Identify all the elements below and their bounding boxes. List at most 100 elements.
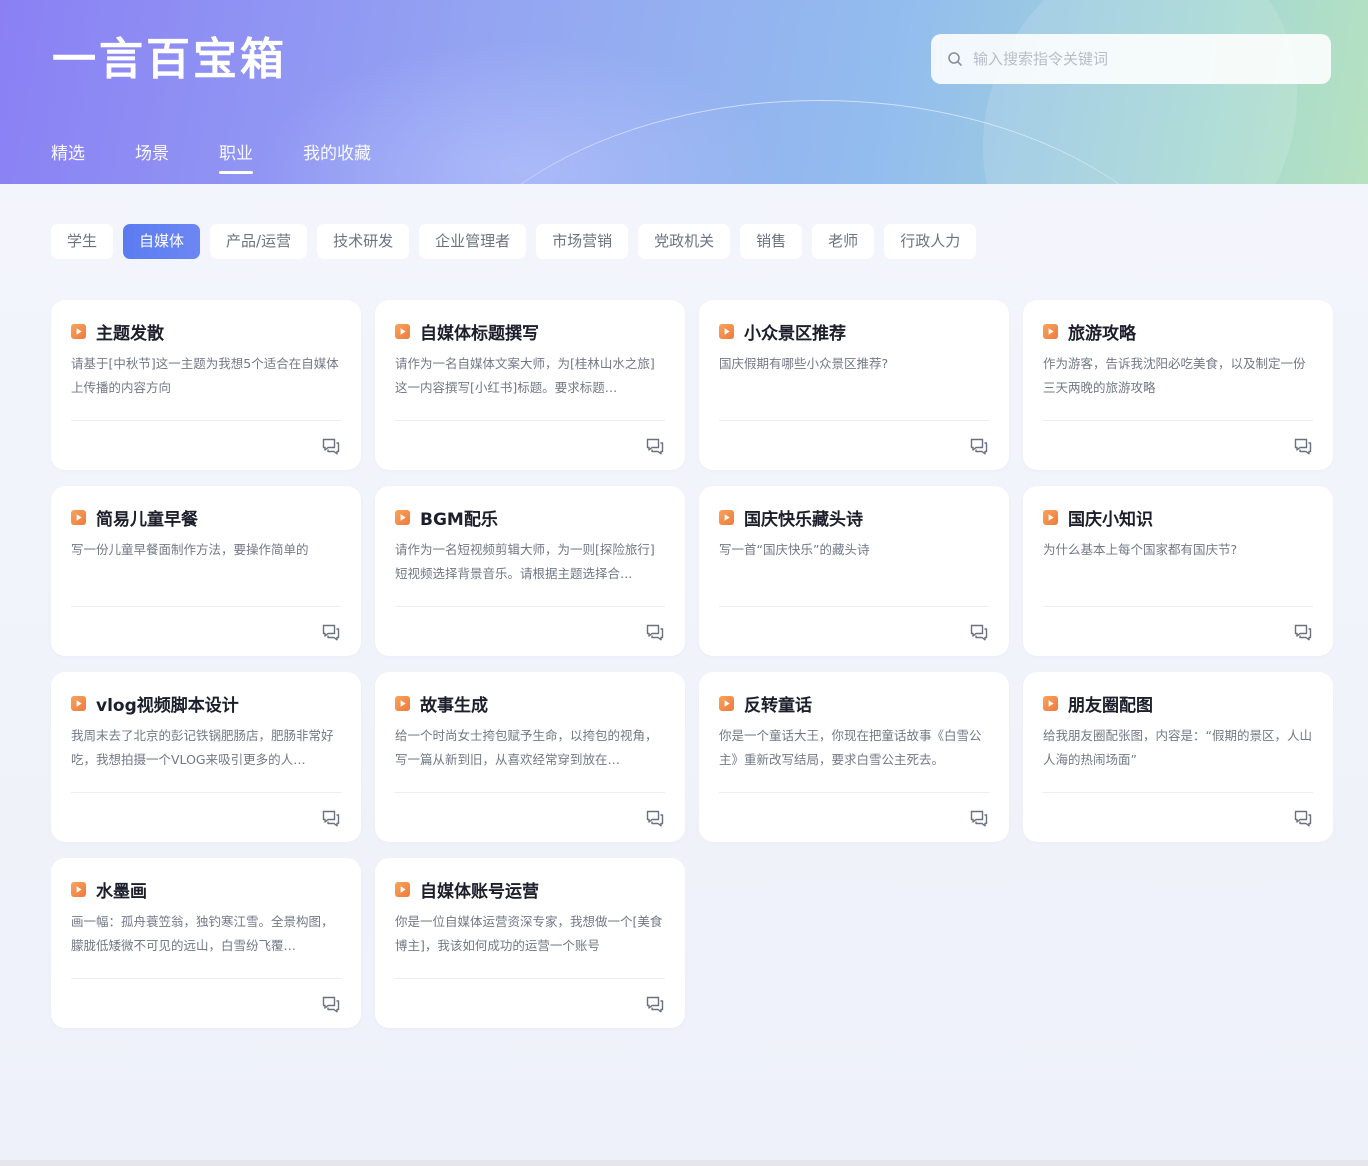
card-title: 反转童话 xyxy=(744,695,812,716)
card-title: 小众景区推荐 xyxy=(744,323,846,344)
play-icon xyxy=(71,881,86,897)
chip-marketing[interactable]: 市场营销 xyxy=(536,224,629,259)
card-description: 给我朋友圈配张图，内容是：“假期的景区，人山人海的热闹场面” xyxy=(1043,728,1312,767)
prompt-card[interactable]: 国庆快乐藏头诗 写一首“国庆快乐”的藏头诗 xyxy=(699,486,1009,656)
chat-icon[interactable] xyxy=(645,436,665,456)
prompt-card[interactable]: 旅游攻略 作为游客，告诉我沈阳必吃美食，以及制定一份三天两晚的旅游攻略 xyxy=(1023,300,1333,470)
search-icon xyxy=(947,51,963,67)
chat-icon[interactable] xyxy=(969,808,989,828)
chip-sales[interactable]: 销售 xyxy=(740,224,803,259)
card-divider xyxy=(719,420,989,421)
card-title: 故事生成 xyxy=(420,695,488,716)
play-icon xyxy=(1043,323,1058,339)
card-divider xyxy=(719,606,989,607)
chat-icon[interactable] xyxy=(1293,808,1313,828)
bottom-edge xyxy=(0,1160,1368,1166)
tab-featured[interactable]: 精选 xyxy=(51,140,85,176)
card-description: 请作为一名自媒体文案大师，为[桂林山水之旅]这一内容撰写[小红书]标题。要求标题… xyxy=(395,356,655,395)
play-icon xyxy=(71,509,86,525)
card-divider xyxy=(1043,792,1313,793)
chat-icon[interactable] xyxy=(969,436,989,456)
card-title: 国庆快乐藏头诗 xyxy=(744,509,863,530)
tab-favorites[interactable]: 我的收藏 xyxy=(303,140,371,176)
chip-tech-rd[interactable]: 技术研发 xyxy=(317,224,410,259)
search-input[interactable] xyxy=(973,50,1331,68)
play-icon xyxy=(719,323,734,339)
play-icon xyxy=(395,509,410,525)
card-divider xyxy=(71,606,341,607)
play-icon xyxy=(395,695,410,711)
chip-teacher[interactable]: 老师 xyxy=(812,224,875,259)
prompt-card[interactable]: 国庆小知识 为什么基本上每个国家都有国庆节? xyxy=(1023,486,1333,656)
prompt-card[interactable]: 朋友圈配图 给我朋友圈配张图，内容是：“假期的景区，人山人海的热闹场面” xyxy=(1023,672,1333,842)
prompt-card-grid: 主题发散 请基于[中秋节]这一主题为我想5个适合在自媒体上传播的内容方向 自媒体… xyxy=(51,300,1333,1028)
prompt-card[interactable]: 故事生成 给一个时尚女士挎包赋予生命，以挎包的视角，写一篇从新到旧，从喜欢经常穿… xyxy=(375,672,685,842)
play-icon xyxy=(395,881,410,897)
card-title: 自媒体账号运营 xyxy=(420,881,539,902)
play-icon xyxy=(71,323,86,339)
card-divider xyxy=(719,792,989,793)
tab-profession[interactable]: 职业 xyxy=(219,140,253,176)
card-divider xyxy=(395,792,665,793)
chat-icon[interactable] xyxy=(321,994,341,1014)
chip-product-ops[interactable]: 产品/运营 xyxy=(210,224,308,259)
card-title: 旅游攻略 xyxy=(1068,323,1136,344)
card-divider xyxy=(71,420,341,421)
prompt-card[interactable]: BGM配乐 请作为一名短视频剪辑大师，为一则[探险旅行]短视频选择背景音乐。请根… xyxy=(375,486,685,656)
card-description: 请基于[中秋节]这一主题为我想5个适合在自媒体上传播的内容方向 xyxy=(71,356,339,395)
chat-icon[interactable] xyxy=(1293,622,1313,642)
card-description: 我周末去了北京的彭记铁锅肥肠店，肥肠非常好吃，我想拍摄一个VLOG来吸引更多的人… xyxy=(71,728,334,767)
chat-icon[interactable] xyxy=(645,622,665,642)
card-title: 朋友圈配图 xyxy=(1068,695,1153,716)
card-divider xyxy=(71,792,341,793)
chip-government[interactable]: 党政机关 xyxy=(638,224,731,259)
card-divider xyxy=(1043,420,1313,421)
prompt-card[interactable]: 小众景区推荐 国庆假期有哪些小众景区推荐? xyxy=(699,300,1009,470)
prompt-card[interactable]: 自媒体标题撰写 请作为一名自媒体文案大师，为[桂林山水之旅]这一内容撰写[小红书… xyxy=(375,300,685,470)
chip-self-media[interactable]: 自媒体 xyxy=(123,224,201,259)
card-description: 请作为一名短视频剪辑大师，为一则[探险旅行]短视频选择背景音乐。请根据主题选择合… xyxy=(395,542,655,581)
play-icon xyxy=(1043,509,1058,525)
prompt-card[interactable]: 水墨画 画一幅：孤舟蓑笠翁，独钓寒江雪。全景构图，朦胧低矮微不可见的远山，白雪纷… xyxy=(51,858,361,1028)
play-icon xyxy=(1043,695,1058,711)
card-description: 写一份儿童早餐面制作方法，要操作简单的 xyxy=(71,542,309,557)
main-nav: 精选 场景 职业 我的收藏 xyxy=(51,140,421,176)
chip-admin-hr[interactable]: 行政人力 xyxy=(884,224,977,259)
chat-icon[interactable] xyxy=(645,994,665,1014)
prompt-card[interactable]: 主题发散 请基于[中秋节]这一主题为我想5个适合在自媒体上传播的内容方向 xyxy=(51,300,361,470)
chat-icon[interactable] xyxy=(321,436,341,456)
card-title: 简易儿童早餐 xyxy=(96,509,198,530)
card-title: 自媒体标题撰写 xyxy=(420,323,539,344)
card-title: BGM配乐 xyxy=(420,509,498,530)
card-description: 你是一个童话大王，你现在把童话故事《白雪公主》重新改写结局，要求白雪公主死去。 xyxy=(719,728,982,767)
card-title: 国庆小知识 xyxy=(1068,509,1153,530)
chat-icon[interactable] xyxy=(321,622,341,642)
prompt-card[interactable]: 简易儿童早餐 写一份儿童早餐面制作方法，要操作简单的 xyxy=(51,486,361,656)
chat-icon[interactable] xyxy=(321,808,341,828)
card-description: 作为游客，告诉我沈阳必吃美食，以及制定一份三天两晚的旅游攻略 xyxy=(1043,356,1306,395)
card-description: 为什么基本上每个国家都有国庆节? xyxy=(1043,542,1238,557)
tab-scenes[interactable]: 场景 xyxy=(135,140,169,176)
category-chips: 学生 自媒体 产品/运营 技术研发 企业管理者 市场营销 党政机关 销售 老师 … xyxy=(51,224,977,259)
card-description: 给一个时尚女士挎包赋予生命，以挎包的视角，写一篇从新到旧，从喜欢经常穿到放在… xyxy=(395,728,658,767)
play-icon xyxy=(719,695,734,711)
prompt-card[interactable]: vlog视频脚本设计 我周末去了北京的彭记铁锅肥肠店，肥肠非常好吃，我想拍摄一个… xyxy=(51,672,361,842)
card-divider xyxy=(395,420,665,421)
search-box[interactable] xyxy=(931,34,1331,84)
app-title: 一言百宝箱 xyxy=(52,34,287,85)
card-description: 你是一位自媒体运营资深专家，我想做一个[美食博主]，我该如何成功的运营一个账号 xyxy=(395,914,663,953)
chip-manager[interactable]: 企业管理者 xyxy=(419,224,527,259)
play-icon xyxy=(71,695,86,711)
header-banner: 一言百宝箱 精选 场景 职业 我的收藏 xyxy=(0,0,1368,184)
card-title: 主题发散 xyxy=(96,323,164,344)
prompt-card[interactable]: 反转童话 你是一个童话大王，你现在把童话故事《白雪公主》重新改写结局，要求白雪公… xyxy=(699,672,1009,842)
chat-icon[interactable] xyxy=(645,808,665,828)
card-divider xyxy=(71,978,341,979)
card-divider xyxy=(395,978,665,979)
card-description: 画一幅：孤舟蓑笠翁，独钓寒江雪。全景构图，朦胧低矮微不可见的远山，白雪纷飞覆… xyxy=(71,914,334,953)
chat-icon[interactable] xyxy=(1293,436,1313,456)
prompt-card[interactable]: 自媒体账号运营 你是一位自媒体运营资深专家，我想做一个[美食博主]，我该如何成功… xyxy=(375,858,685,1028)
card-divider xyxy=(395,606,665,607)
chat-icon[interactable] xyxy=(969,622,989,642)
chip-student[interactable]: 学生 xyxy=(51,224,114,259)
